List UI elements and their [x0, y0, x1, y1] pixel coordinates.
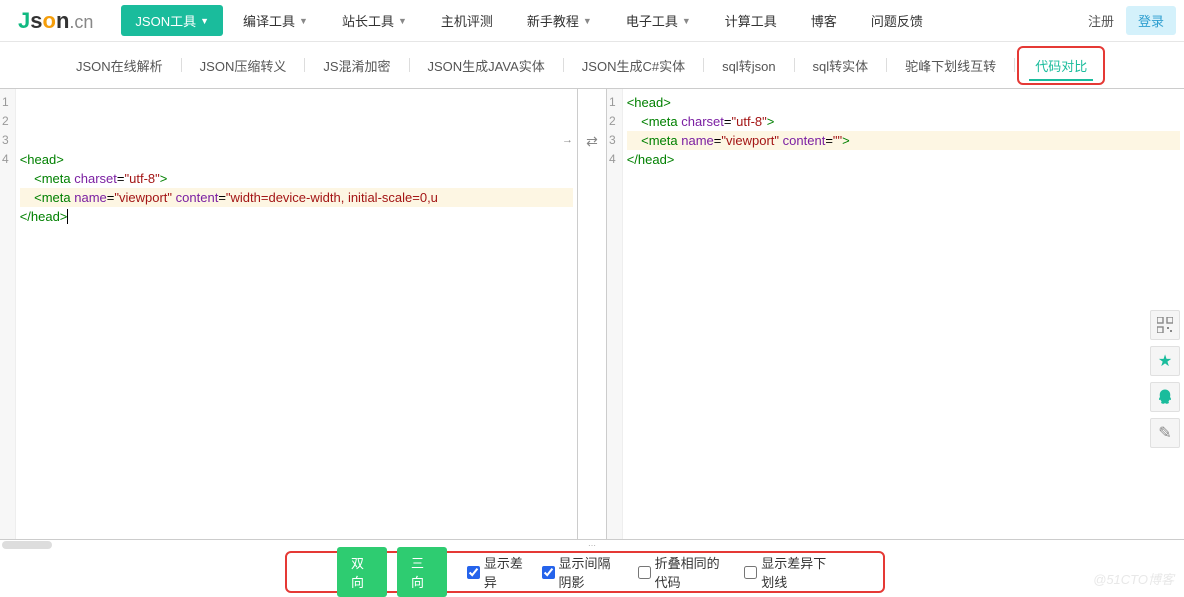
qq-icon[interactable] — [1150, 382, 1180, 412]
subtab-4[interactable]: JSON生成C#实体 — [566, 48, 701, 83]
code-line[interactable]: <head> — [20, 150, 573, 169]
subtab-1[interactable]: JSON压缩转义 — [184, 48, 303, 83]
register-button[interactable]: 注册 — [1076, 6, 1126, 35]
separator — [703, 58, 704, 72]
pencil-icon[interactable]: ✎ — [1150, 418, 1180, 448]
check-2[interactable]: 折叠相同的代码 — [638, 553, 727, 591]
nav-3[interactable]: 主机评测 — [427, 5, 507, 36]
checkbox-2[interactable] — [638, 566, 651, 579]
separator — [181, 58, 182, 72]
login-button[interactable]: 登录 — [1126, 6, 1176, 35]
check-0[interactable]: 显示差异 — [467, 553, 524, 591]
caret-icon: ▼ — [299, 16, 308, 26]
code-line[interactable]: <meta charset="utf-8"> — [20, 169, 573, 188]
star-icon[interactable]: ★ — [1150, 346, 1180, 376]
left-gutter: 1234 — [0, 89, 16, 539]
scroll-track: ⋯ — [0, 540, 1184, 550]
fold-arrow-icon[interactable]: → — [562, 131, 573, 150]
topbar: Json.cn JSON工具▼编译工具▼站长工具▼主机评测新手教程▼电子工具▼计… — [0, 0, 1184, 42]
code-line[interactable]: <meta name="viewport" content="width=dev… — [20, 188, 573, 207]
nav-6[interactable]: 计算工具 — [711, 5, 791, 36]
nav-5[interactable]: 电子工具▼ — [612, 5, 705, 36]
caret-icon: ▼ — [398, 16, 407, 26]
right-pane[interactable]: 1234 <head> <meta charset="utf-8"> <meta… — [607, 89, 1184, 539]
nav-8[interactable]: 问题反馈 — [857, 5, 937, 36]
separator — [409, 58, 410, 72]
subtab-2[interactable]: JS混淆加密 — [307, 48, 406, 83]
nav-0[interactable]: JSON工具▼ — [121, 5, 223, 36]
right-sidebar: ★ ✎ — [1150, 310, 1180, 448]
code-line[interactable]: <head> — [627, 93, 1180, 112]
logo-s: s — [30, 8, 42, 33]
sub-nav: JSON在线解析JSON压缩转义JS混淆加密JSON生成JAVA实体JSON生成… — [0, 42, 1184, 88]
left-scrollbar[interactable] — [0, 540, 577, 550]
text-cursor — [67, 209, 68, 224]
scroll-gap: ⋯ — [577, 540, 607, 550]
caret-icon: ▼ — [200, 16, 209, 26]
caret-icon: ▼ — [682, 16, 691, 26]
code-line[interactable]: </head> — [20, 207, 573, 226]
subtab-5[interactable]: sql转json — [706, 48, 791, 83]
code-line[interactable]: </head> — [627, 150, 1180, 169]
logo-n: n — [56, 8, 69, 33]
right-code[interactable]: <head> <meta charset="utf-8"> <meta name… — [623, 89, 1184, 539]
scroll-thumb[interactable] — [2, 541, 52, 549]
code-line[interactable]: <meta name="viewport" content=""> — [627, 131, 1180, 150]
subtab-0[interactable]: JSON在线解析 — [60, 48, 179, 83]
left-pane[interactable]: 1234 → <head> <meta charset="utf-8"> <me… — [0, 89, 577, 539]
subtab-6[interactable]: sql转实体 — [797, 48, 885, 83]
three-way-button[interactable]: 三向 — [397, 547, 447, 597]
check-label: 显示差异 — [484, 553, 524, 591]
nav-1[interactable]: 编译工具▼ — [229, 5, 322, 36]
check-label: 显示差异下划线 — [761, 553, 833, 591]
checkbox-0[interactable] — [467, 566, 480, 579]
diff-toolbar: 双向 三向 显示差异显示间隔阴影折叠相同的代码显示差异下划线 — [285, 551, 885, 593]
right-scrollbar[interactable] — [607, 540, 1184, 550]
nav-4[interactable]: 新手教程▼ — [513, 5, 606, 36]
checkbox-1[interactable] — [542, 566, 555, 579]
code-line[interactable]: <meta charset="utf-8"> — [627, 112, 1180, 131]
subtab-7[interactable]: 驼峰下划线互转 — [889, 48, 1012, 83]
subtab-3[interactable]: JSON生成JAVA实体 — [412, 48, 561, 83]
check-label: 显示间隔阴影 — [559, 553, 620, 591]
separator — [886, 58, 887, 72]
checkbox-3[interactable] — [744, 566, 757, 579]
check-3[interactable]: 显示差异下划线 — [744, 553, 833, 591]
caret-icon: ▼ — [583, 16, 592, 26]
check-label: 折叠相同的代码 — [655, 553, 727, 591]
left-code[interactable]: → <head> <meta charset="utf-8"> <meta na… — [16, 89, 577, 539]
logo-j: J — [18, 8, 30, 33]
logo-cn: .cn — [69, 12, 93, 32]
nav-2[interactable]: 站长工具▼ — [328, 5, 421, 36]
separator — [304, 58, 305, 72]
two-way-button[interactable]: 双向 — [337, 547, 387, 597]
editor-area: 1234 → <head> <meta charset="utf-8"> <me… — [0, 88, 1184, 540]
separator — [1014, 58, 1015, 72]
logo-o: o — [43, 8, 56, 33]
qrcode-icon[interactable] — [1150, 310, 1180, 340]
right-gutter: 1234 — [607, 89, 623, 539]
separator — [794, 58, 795, 72]
splitter-handle[interactable]: ⇄ — [577, 89, 607, 539]
nav-7[interactable]: 博客 — [797, 5, 851, 36]
logo[interactable]: Json.cn — [8, 8, 103, 34]
watermark: @51CTO博客 — [1093, 569, 1174, 588]
subtab-8[interactable]: 代码对比 — [1017, 46, 1105, 85]
separator — [563, 58, 564, 72]
check-1[interactable]: 显示间隔阴影 — [542, 553, 620, 591]
